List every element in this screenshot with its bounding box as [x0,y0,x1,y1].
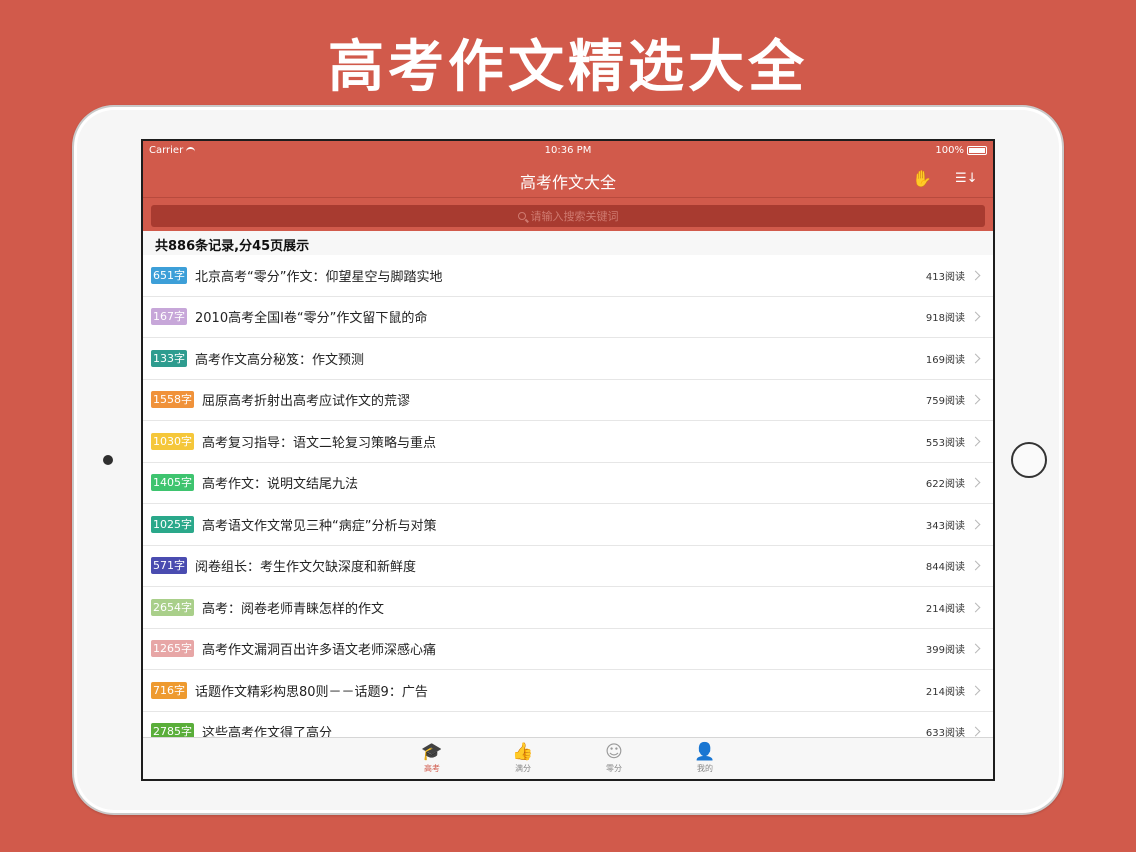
battery-icon [967,146,987,155]
list-item[interactable]: 1558字 屈原高考折射出高考应试作文的荒谬 759阅读 [143,380,993,421]
article-title: 高考作文高分秘笈：作文预测 [195,352,365,368]
word-count-badge: 1030字 [151,432,194,450]
hand-icon[interactable]: ✋ [911,169,933,189]
read-count: 399阅读 [925,645,965,657]
list-item[interactable]: 1030字 高考复习指导：语文二轮复习策略与重点 553阅读 [143,421,993,463]
chevron-right-icon [970,519,981,530]
word-count-badge: 2654字 [151,598,194,616]
tab-smiley[interactable]: ☺ 零分 [584,741,644,774]
read-count: 343阅读 [925,520,965,532]
clock: 10:36 PM [544,145,592,156]
thumbs-up-icon: 👍 [512,742,534,762]
read-count: 844阅读 [925,562,965,574]
search-bar: 请输入搜索关键词 [143,197,993,231]
app-screen: Carrier 10:36 PM 100% 高考作文大全 ✋ ☰↓ 请输入搜索关… [141,139,995,781]
word-count-badge: 716字 [151,681,187,699]
list-item[interactable]: 1405字 高考作文：说明文结尾九法 622阅读 [143,463,993,504]
word-count-badge: 1558字 [151,391,194,409]
word-count-badge: 167字 [151,308,187,326]
chevron-right-icon [970,477,981,488]
word-count-badge: 1025字 [151,515,194,533]
battery: 100% [935,145,987,156]
chevron-right-icon [970,270,981,281]
search-icon [517,212,526,220]
article-title: 阅卷组长：考生作文欠缺深度和新鲜度 [195,560,417,576]
header: Carrier 10:36 PM 100% 高考作文大全 ✋ ☰↓ 请输入搜索关… [143,141,993,231]
article-title: 高考：阅卷老师青睐怎样的作文 [202,601,385,617]
tab-bar: 🎓 高考 👍 满分 ☺ 零分 👤 我的 [143,737,993,779]
home-button[interactable] [1011,442,1047,478]
word-count-badge: 1265字 [151,640,194,658]
chevron-right-icon [970,436,981,447]
chevron-right-icon [970,685,981,696]
tab-user[interactable]: 👤 我的 [675,741,735,774]
article-title: 话题作文精彩构思80则－－话题9：广告 [195,684,428,700]
read-count: 918阅读 [925,313,965,325]
article-title: 高考作文漏洞百出许多语文老师深感心痛 [202,643,437,659]
chevron-right-icon [970,311,981,322]
promo-title: 高考作文精选大全 [328,35,808,100]
graduation-cap-icon: 🎓 [421,742,443,762]
article-title: 2010高考全国I卷“零分”作文留下鼠的命 [195,311,428,327]
list-item[interactable]: 167字 2010高考全国I卷“零分”作文留下鼠的命 918阅读 [143,297,993,338]
smiley-icon: ☺ [605,742,623,762]
list-item[interactable]: 571字 阅卷组长：考生作文欠缺深度和新鲜度 844阅读 [143,546,993,587]
tab-label: 我的 [697,764,713,773]
chevron-right-icon [970,643,981,654]
list-item[interactable]: 651字 北京高考“零分”作文：仰望星空与脚踏实地 413阅读 [143,255,993,297]
article-title: 屈原高考折射出高考应试作文的荒谬 [202,394,411,410]
read-count: 169阅读 [925,354,965,366]
list-item[interactable]: 2654字 高考：阅卷老师青睐怎样的作文 214阅读 [143,587,993,629]
nav-title: 高考作文大全 [519,173,616,192]
tab-label: 零分 [606,764,622,773]
chevron-right-icon [970,353,981,364]
read-count: 214阅读 [925,603,965,615]
battery-label: 100% [935,145,964,156]
tab-label: 高考 [424,764,440,773]
article-title: 高考语文作文常见三种“病症”分析与对策 [202,518,437,534]
chevron-right-icon [970,560,981,571]
list-item[interactable]: 1025字 高考语文作文常见三种“病症”分析与对策 343阅读 [143,504,993,546]
status-bar: Carrier 10:36 PM 100% [143,141,993,161]
read-count: 413阅读 [925,271,965,283]
word-count-badge: 1405字 [151,474,194,492]
read-count: 759阅读 [925,396,965,408]
chevron-right-icon [970,602,981,613]
list-item[interactable]: 1265字 高考作文漏洞百出许多语文老师深感心痛 399阅读 [143,629,993,670]
tab-label: 满分 [515,764,531,773]
list-item[interactable]: 716字 话题作文精彩构思80则－－话题9：广告 214阅读 [143,670,993,712]
article-list: 651字 北京高考“零分”作文：仰望星空与脚踏实地 413阅读 167字 2010高考全… [143,255,993,753]
article-title: 高考作文：说明文结尾九法 [202,477,359,493]
read-count: 622阅读 [925,479,965,491]
list-item[interactable]: 133字 高考作文高分秘笈：作文预测 169阅读 [143,338,993,380]
article-title: 高考复习指导：语文二轮复习策略与重点 [202,435,437,451]
tab-thumbs-up[interactable]: 👍 满分 [493,741,553,774]
read-count: 553阅读 [925,437,965,449]
nav-bar: 高考作文大全 ✋ ☰↓ [143,161,993,197]
article-title: 北京高考“零分”作文：仰望星空与脚踏实地 [195,269,443,285]
tab-graduation-cap[interactable]: 🎓 高考 [402,741,462,774]
camera-icon [103,455,113,465]
search-placeholder: 请输入搜索关键词 [530,210,619,223]
search-input[interactable]: 请输入搜索关键词 [151,205,985,227]
word-count-badge: 651字 [151,266,187,284]
chevron-right-icon [970,726,981,737]
chevron-right-icon [970,394,981,405]
word-count-badge: 133字 [151,349,187,367]
word-count-badge: 571字 [151,557,187,575]
user-icon: 👤 [694,742,716,762]
records-summary: 共886条记录,分45页展示 [143,231,993,255]
sort-icon[interactable]: ☰↓ [955,169,978,189]
read-count: 214阅读 [925,686,965,698]
